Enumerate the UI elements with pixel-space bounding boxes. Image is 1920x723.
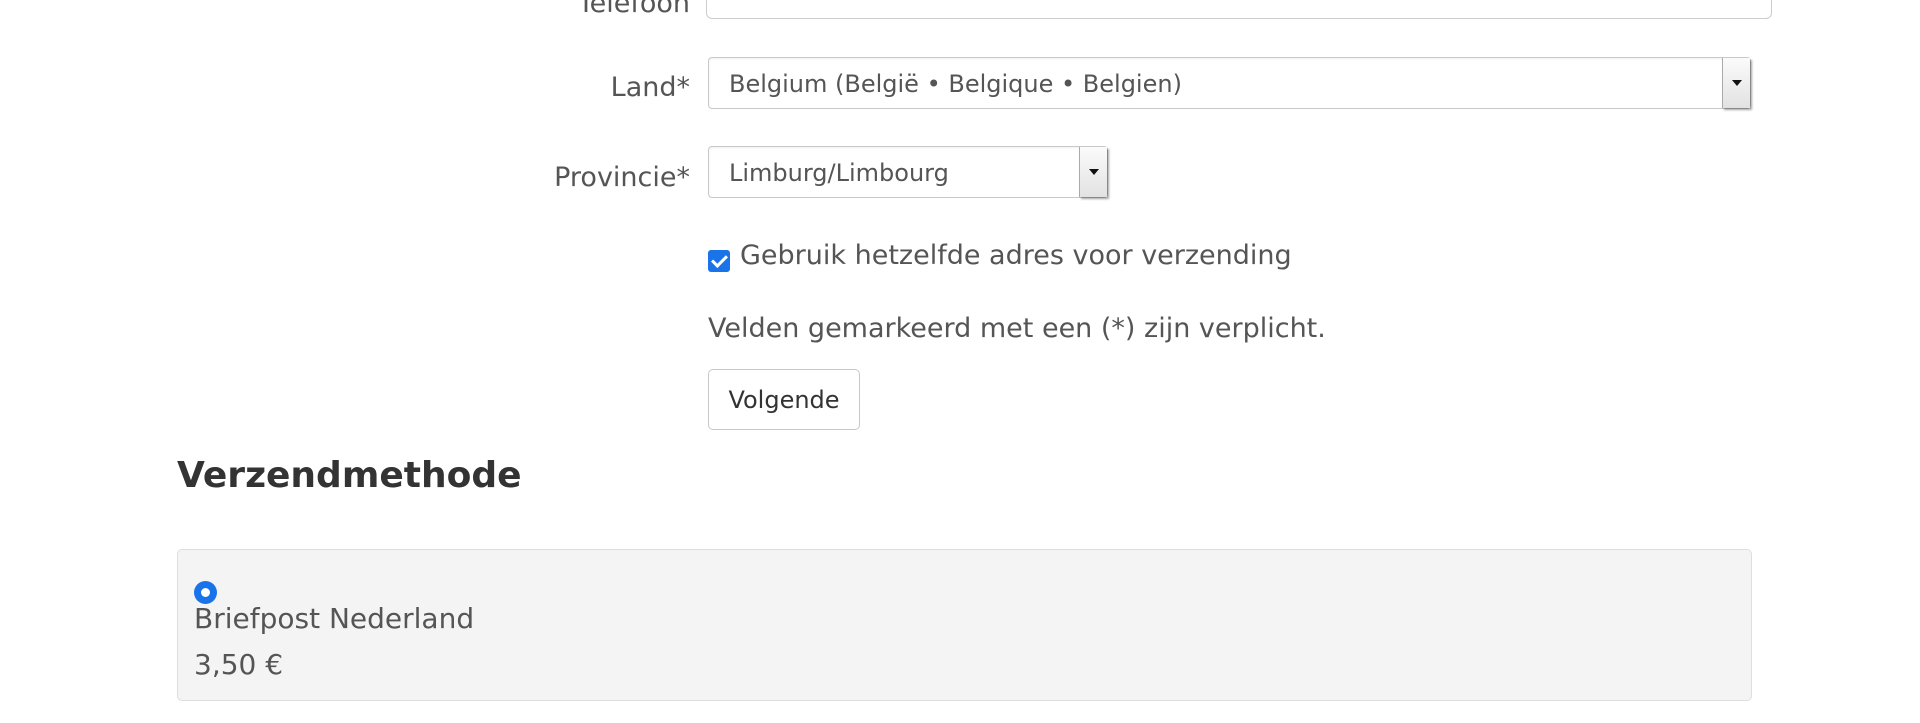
- provincie-label: Provincie*: [554, 162, 690, 193]
- next-button[interactable]: Volgende: [708, 369, 860, 430]
- required-fields-note: Velden gemarkeerd met een (*) zijn verpl…: [708, 313, 1326, 344]
- land-select-value: Belgium (België • Belgique • Belgien): [729, 70, 1182, 98]
- shipping-radio[interactable]: [194, 581, 217, 604]
- land-select[interactable]: Belgium (België • Belgique • Belgien): [708, 57, 1751, 109]
- shipping-method-option[interactable]: Briefpost Nederland 3,50 €: [177, 549, 1752, 701]
- chevron-down-icon[interactable]: [1079, 147, 1107, 197]
- same-address-checkbox[interactable]: [708, 250, 730, 272]
- checkout-page: Telefoon Land* Belgium (België • Belgiqu…: [0, 0, 1920, 723]
- telefoon-input[interactable]: [706, 0, 1772, 19]
- chevron-down-icon[interactable]: [1722, 58, 1750, 108]
- land-label: Land*: [610, 72, 690, 103]
- telefoon-label: Telefoon: [577, 0, 690, 19]
- shipping-method-name: Briefpost Nederland: [194, 602, 475, 635]
- shipping-method-title: Verzendmethode: [177, 455, 522, 496]
- same-address-label[interactable]: Gebruik hetzelfde adres voor verzending: [740, 240, 1292, 271]
- provincie-select[interactable]: Limburg/Limbourg: [708, 146, 1108, 198]
- shipping-method-price: 3,50 €: [194, 648, 284, 681]
- provincie-select-value: Limburg/Limbourg: [729, 159, 949, 187]
